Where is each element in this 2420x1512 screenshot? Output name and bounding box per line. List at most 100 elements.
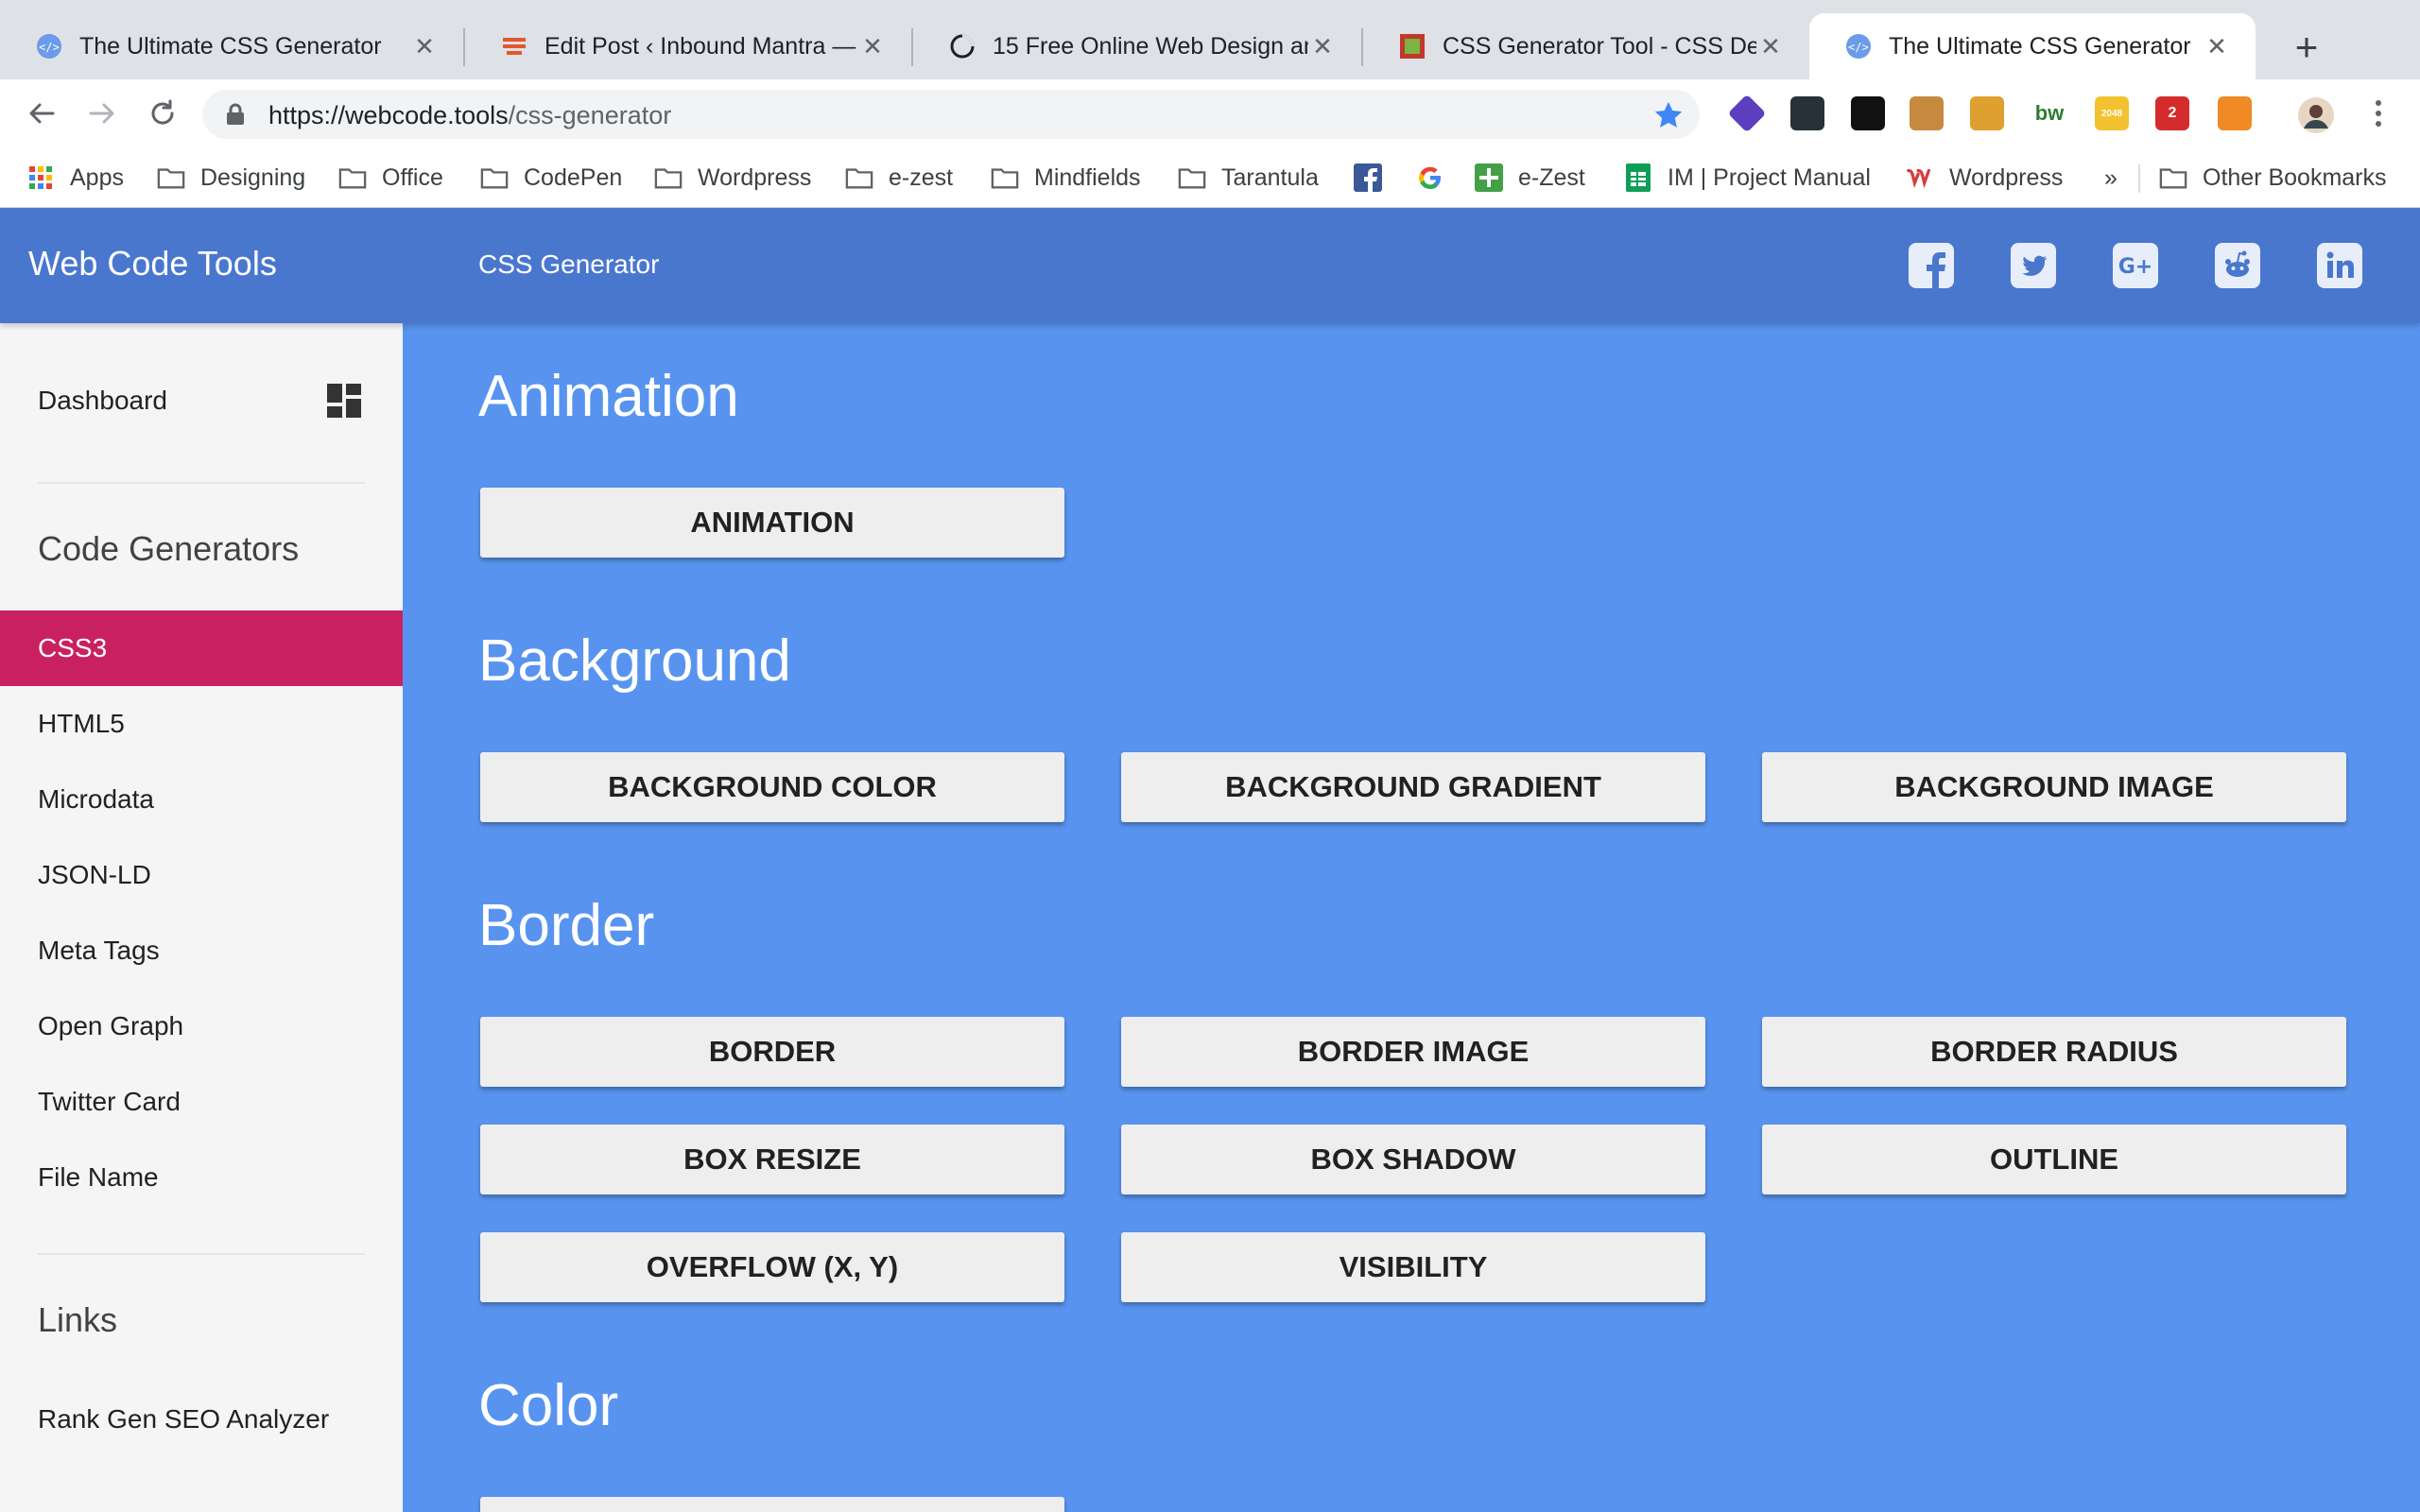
bookmark-label: e-zest — [889, 163, 954, 191]
bookmark-google[interactable] — [1416, 161, 1460, 195]
browser-toolbar: https://webcode.tools/css-generator bw 20… — [0, 79, 2420, 147]
sidebar-item-css3[interactable]: CSS3 — [0, 610, 403, 686]
close-tab-icon[interactable]: ✕ — [1756, 32, 1785, 61]
bookmark-folder-designing[interactable]: Designing — [157, 161, 305, 195]
bookmark-facebook[interactable] — [1354, 161, 1397, 195]
bookmark-wordpress-site[interactable]: Wordpress — [1906, 161, 2063, 195]
linkedin-share-button[interactable] — [2316, 242, 2363, 289]
close-tab-icon[interactable]: ✕ — [1308, 32, 1337, 61]
background-color-button[interactable]: BACKGROUND COLOR — [480, 752, 1064, 822]
background-gradient-button[interactable]: BACKGROUND GRADIENT — [1121, 752, 1705, 822]
background-image-button[interactable]: BACKGROUND IMAGE — [1762, 752, 2346, 822]
border-image-button[interactable]: BORDER IMAGE — [1121, 1017, 1705, 1087]
sidebar-item-open-graph[interactable]: Open Graph — [0, 988, 403, 1064]
sidebar-item-html5[interactable]: HTML5 — [0, 686, 403, 762]
page-title: CSS Generator — [478, 249, 660, 279]
box-resize-button[interactable]: BOX RESIZE — [480, 1125, 1064, 1194]
reload-button[interactable] — [140, 91, 185, 136]
sidebar-item-label: Microdata — [38, 784, 154, 814]
bookmark-star-icon[interactable] — [1652, 99, 1685, 131]
browser-tab[interactable]: CSS Generator Tool - CSS Dem ✕ — [1363, 13, 1809, 79]
forward-arrow-icon — [89, 103, 114, 124]
reddit-icon — [2215, 243, 2260, 288]
sidebar-item-label: Open Graph — [38, 1011, 184, 1040]
sheets-icon — [1624, 163, 1652, 192]
sidebar-item-label: JSON-LD — [38, 860, 151, 889]
overflow-button[interactable]: OVERFLOW (X, Y) — [480, 1232, 1064, 1302]
bookmark-folder-e-zest[interactable]: e-zest — [845, 161, 953, 195]
profile-avatar[interactable] — [2293, 93, 2339, 138]
tab-title: CSS Generator Tool - CSS Dem — [1443, 32, 1756, 60]
browser-menu-button[interactable] — [2356, 91, 2401, 136]
browser-tab-active[interactable]: </> The Ultimate CSS Generator ✕ — [1809, 13, 2256, 79]
folder-icon — [2159, 163, 2187, 192]
new-tab-button[interactable]: + — [2278, 21, 2335, 74]
sidebar-item-meta-tags[interactable]: Meta Tags — [0, 913, 403, 988]
lock-icon — [227, 103, 244, 125]
forward-button[interactable] — [79, 91, 125, 136]
main-content: Animation ANIMATION Background BACKGROUN… — [403, 323, 2420, 1512]
purple-cube-extension[interactable] — [1727, 94, 1767, 133]
google-plus-share-button[interactable]: G+ — [2112, 242, 2159, 289]
url-path: /css-generator — [508, 101, 672, 129]
sidebar-item-json-ld[interactable]: JSON-LD — [0, 837, 403, 913]
svg-text:</>: </> — [39, 41, 60, 54]
bookmark-label: e-Zest — [1518, 163, 1585, 191]
close-tab-icon[interactable]: ✕ — [410, 32, 439, 61]
bw-extension[interactable]: bw — [2032, 96, 2066, 130]
orange-extension[interactable] — [2218, 96, 2252, 130]
folder-icon — [157, 163, 185, 192]
signpost-extension[interactable] — [1910, 96, 1944, 130]
folder-icon — [654, 163, 683, 192]
border-radius-button[interactable]: BORDER RADIUS — [1762, 1017, 2346, 1087]
bookmark-label: CodePen — [524, 163, 623, 191]
bookmark-folder-mindfields[interactable]: Mindfields — [991, 161, 1141, 195]
bookmark-apps[interactable]: Apps — [26, 161, 124, 195]
site-brand[interactable]: Web Code Tools — [28, 244, 277, 284]
ninja-extension[interactable] — [1851, 96, 1885, 130]
animation-button[interactable]: ANIMATION — [480, 488, 1064, 558]
twitter-share-button[interactable] — [2010, 242, 2057, 289]
sidebar-item-label: File Name — [38, 1162, 159, 1192]
browser-tab[interactable]: </> The Ultimate CSS Generator ✕ — [0, 13, 463, 79]
wordpress-edit-favicon — [501, 33, 527, 60]
apps-grid-icon — [26, 163, 55, 192]
bookmark-folder-codepen[interactable]: CodePen — [480, 161, 622, 195]
reddit-share-button[interactable] — [2214, 242, 2261, 289]
color-generator-button[interactable] — [480, 1497, 1064, 1512]
sidebar-item-twitter-card[interactable]: Twitter Card — [0, 1064, 403, 1140]
image-extension[interactable] — [1790, 96, 1824, 130]
box-shadow-button[interactable]: BOX SHADOW — [1121, 1125, 1705, 1194]
adblock-extension[interactable]: 2 — [2155, 96, 2189, 130]
bookmark-folder-tarantula[interactable]: Tarantula — [1178, 161, 1319, 195]
address-bar[interactable]: https://webcode.tools/css-generator — [202, 90, 1700, 139]
section-title-border: Border — [478, 893, 655, 958]
browser-tab[interactable]: Edit Post ‹ Inbound Mantra — W ✕ — [465, 13, 911, 79]
facebook-share-button[interactable] — [1908, 242, 1955, 289]
sidebar-divider — [38, 1253, 365, 1255]
back-arrow-icon — [29, 103, 55, 124]
back-button[interactable] — [19, 91, 64, 136]
sidebar-item-dashboard[interactable]: Dashboard — [0, 363, 403, 438]
bookmark-folder-wordpress[interactable]: Wordpress — [654, 161, 811, 195]
sidebar-item-file-name[interactable]: File Name — [0, 1140, 403, 1215]
bookmark-folder-office[interactable]: Office — [338, 161, 443, 195]
browser-tab[interactable]: 15 Free Online Web Design and ✕ — [913, 13, 1361, 79]
visibility-button[interactable]: VISIBILITY — [1121, 1232, 1705, 1302]
sidebar-item-label: Twitter Card — [38, 1087, 181, 1116]
sidebar-item-microdata[interactable]: Microdata — [0, 762, 403, 837]
bookmark-project-manual[interactable]: IM | Project Manual — [1624, 161, 1871, 195]
section-title-background: Background — [478, 628, 791, 694]
bookmark-e-zest-site[interactable]: e-Zest — [1475, 161, 1585, 195]
outline-button[interactable]: OUTLINE — [1762, 1125, 2346, 1194]
section-title-color: Color — [478, 1373, 619, 1438]
close-tab-icon[interactable]: ✕ — [2203, 32, 2231, 61]
other-bookmarks-folder[interactable]: Other Bookmarks — [2159, 161, 2387, 195]
reload-icon — [151, 99, 174, 125]
close-tab-icon[interactable]: ✕ — [858, 32, 887, 61]
game-2048-extension[interactable]: 2048 — [2095, 96, 2129, 130]
bookmarks-overflow-button[interactable]: » — [2104, 161, 2118, 195]
eyedropper-extension[interactable] — [1970, 96, 2004, 130]
sidebar-link-rank-gen[interactable]: Rank Gen SEO Analyzer — [0, 1382, 403, 1457]
border-button[interactable]: BORDER — [480, 1017, 1064, 1087]
